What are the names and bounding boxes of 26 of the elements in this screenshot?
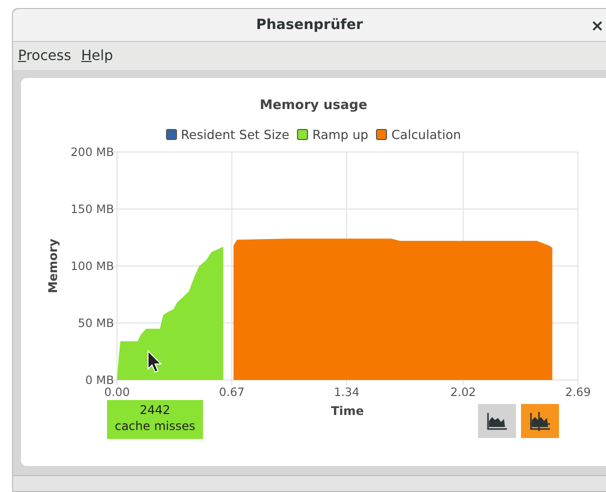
y-tick-label: 50 MB (78, 316, 114, 330)
window-title: Phasenprüfer (256, 16, 363, 34)
area-chart-icon (487, 413, 507, 430)
chart-view-toggle[interactable] (478, 404, 516, 438)
menu-item[interactable]: Process (18, 46, 72, 66)
x-tick-label: 2.02 (450, 385, 476, 400)
y-tick-label: 150 MB (70, 202, 114, 216)
chart-view-toggle[interactable] (521, 404, 559, 438)
legend-item: Ramp up (297, 126, 368, 144)
close-button[interactable]: × (590, 14, 604, 38)
menu-item[interactable]: Help (81, 46, 114, 66)
x-tick-label: 1.34 (334, 385, 360, 400)
y-tick-label: 100 MB (70, 259, 114, 274)
legend-item: Resident Set Size (166, 126, 290, 144)
mouse-cursor-icon (148, 350, 162, 373)
y-tick-label: 200 MB (70, 145, 114, 160)
area-chart-crosshair-icon (529, 412, 551, 432)
cache-miss-counter: 2442 cache misses (107, 400, 203, 440)
legend-item: Calculation (376, 126, 462, 144)
y-axis-title: Memory (46, 238, 60, 294)
x-tick-label: 0.00 (104, 385, 130, 400)
x-axis-title: Time (331, 403, 364, 420)
x-tick-label: 0.67 (219, 385, 245, 400)
x-tick-label: 2.69 (565, 385, 591, 400)
y-tick-label: 0 MB (85, 373, 114, 388)
chart-title: Memory usage (258, 97, 368, 115)
